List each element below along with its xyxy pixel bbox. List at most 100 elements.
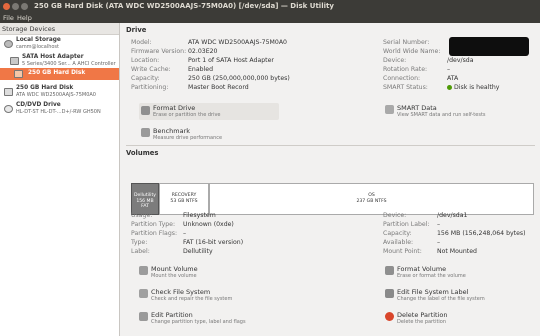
minimize-window-icon[interactable] xyxy=(12,3,19,10)
check-icon xyxy=(139,289,148,298)
drive-capacity-row: Capacity: 250 GB (250,000,000,000 bytes) xyxy=(131,75,290,82)
volume-segment-os[interactable]: OS 237 GB NTFS xyxy=(209,183,534,215)
benchmark-button[interactable]: Benchmark Measure drive performance xyxy=(141,127,281,144)
menu-file[interactable]: File xyxy=(3,14,14,22)
field-label: SMART Status: xyxy=(383,84,428,91)
field-value: Unknown (0xde) xyxy=(183,221,234,228)
smart-data-icon xyxy=(385,105,394,114)
action-title: SMART Data xyxy=(397,104,437,112)
healthy-status-icon xyxy=(447,84,452,90)
field-value: Filesystem xyxy=(183,212,216,219)
field-label: Partition Label: xyxy=(383,221,430,228)
computer-icon xyxy=(4,40,13,48)
volume-capacity-row: Capacity: 156 MB (156,248,064 bytes) xyxy=(383,230,526,237)
volume-type-row: Type: FAT (16-bit version) xyxy=(131,239,243,246)
field-value: 156 MB (156,248,064 bytes) xyxy=(437,230,526,237)
field-value: Master Boot Record xyxy=(188,84,249,91)
volume-size: 156 MB FAT xyxy=(136,198,154,210)
field-label: Device: xyxy=(383,57,407,64)
edit-partition-icon xyxy=(139,312,148,321)
drive-smart-row: SMART Status: Disk is healthy xyxy=(383,84,499,91)
field-value: – xyxy=(437,221,441,228)
volume-segment-text: OS 237 GB NTFS xyxy=(210,193,533,204)
device-name: CD/DVD Drive xyxy=(16,102,61,108)
volume-name: RECOVERY xyxy=(171,193,197,198)
action-subtitle: Erase or format the volume xyxy=(397,273,466,279)
maximize-window-icon[interactable] xyxy=(21,3,28,10)
field-label: Connection: xyxy=(383,75,421,82)
redaction-mark xyxy=(449,37,529,56)
drive-model-row: Model: ATA WDC WD2500AAJS-75M0A0 xyxy=(131,39,287,46)
field-label: Partition Flags: xyxy=(131,230,178,237)
volume-segment-selected[interactable]: Dellutility 156 MB FAT xyxy=(131,183,159,215)
smart-data-button[interactable]: SMART Data View SMART data and run self-… xyxy=(385,104,525,121)
format-volume-icon xyxy=(385,266,394,275)
field-value: Disk is healthy xyxy=(454,84,500,91)
device-subtitle: ATA WDC WD2500AAJS-75M0A0 xyxy=(16,92,96,98)
menu-help[interactable]: Help xyxy=(17,14,32,22)
device-subtitle: 5 Series/3400 Ser... A AHCI Controller xyxy=(22,61,116,67)
field-label: Label: xyxy=(131,248,150,255)
device-name: 250 GB Hard Disk xyxy=(16,85,74,91)
format-volume-button[interactable]: Format Volume Erase or format the volume xyxy=(385,265,525,282)
drive-partitioning-row: Partitioning: Master Boot Record xyxy=(131,84,249,91)
drive-device-row: Device: /dev/sda xyxy=(383,57,474,64)
mount-volume-button[interactable]: Mount Volume Mount the volume xyxy=(139,265,279,282)
volume-size: 237 GB NTFS xyxy=(356,198,387,204)
field-label: Capacity: xyxy=(131,75,160,82)
field-label: Device: xyxy=(383,212,407,219)
volume-segment-recovery[interactable]: RECOVERY 53 GB NTFS xyxy=(159,183,209,215)
field-label: Capacity: xyxy=(383,230,412,237)
field-label: Usage: xyxy=(131,212,153,219)
close-window-icon[interactable] xyxy=(3,3,10,10)
field-value: Not Mounted xyxy=(437,248,477,255)
sidebar-item-hard-disk-selected[interactable]: 250 GB Hard Disk xyxy=(0,68,119,80)
field-value: 02.03E20 xyxy=(188,48,218,55)
field-label: Write Cache: xyxy=(131,66,171,73)
mount-icon xyxy=(139,266,148,275)
edit-label-icon xyxy=(385,289,394,298)
volume-size: 53 GB NTFS xyxy=(170,198,198,204)
controller-icon xyxy=(10,57,19,65)
action-subtitle: Mount the volume xyxy=(151,273,197,279)
format-drive-button[interactable]: Format Drive Erase or partition the driv… xyxy=(139,103,279,120)
edit-file-system-label-button[interactable]: Edit File System Label Change the label … xyxy=(385,288,530,305)
field-value: FAT (16-bit version) xyxy=(183,239,244,246)
field-label: Partition Type: xyxy=(131,221,176,228)
device-name: SATA Host Adapter xyxy=(22,54,84,60)
action-title: Check File System xyxy=(151,288,211,296)
field-value: – xyxy=(183,230,187,237)
volume-segment-text: Dellutility 156 MB FAT xyxy=(132,193,158,210)
field-label: Mount Point: xyxy=(383,248,422,255)
check-file-system-button[interactable]: Check File System Check and repair the f… xyxy=(139,288,279,305)
title-bar: 250 GB Hard Disk (ATA WDC WD2500AAJS-75M… xyxy=(0,0,540,13)
storage-devices-sidebar: Storage Devices Local Storage camm@local… xyxy=(0,23,120,336)
delete-partition-button[interactable]: Delete Partition Delete the partition xyxy=(385,311,525,328)
volume-name: Dellutility xyxy=(134,193,156,198)
volume-mount-point-row: Mount Point: Not Mounted xyxy=(383,248,477,255)
action-subtitle: View SMART data and run self-tests xyxy=(397,112,486,118)
drive-firmware-row: Firmware Version: 02.03E20 xyxy=(131,48,218,55)
field-label: Partitioning: xyxy=(131,84,169,91)
sidebar-item-cd-dvd-drive[interactable]: CD/DVD Drive HL-DT-ST HL-DT-...D+/-RW GH… xyxy=(0,101,119,120)
drive-serial-row: Serial Number: xyxy=(383,39,447,46)
drive-location-row: Location: Port 1 of SATA Host Adapter xyxy=(131,57,274,64)
action-subtitle: Change the label of the file system xyxy=(397,296,485,302)
window-title: 250 GB Hard Disk (ATA WDC WD2500AAJS-75M… xyxy=(34,2,334,10)
field-value: – xyxy=(437,239,441,246)
device-subtitle: HL-DT-ST HL-DT-...D+/-RW GH50N xyxy=(16,109,101,115)
benchmark-icon xyxy=(141,128,150,137)
format-drive-icon xyxy=(141,106,150,115)
field-label: Type: xyxy=(131,239,148,246)
device-name: Local Storage xyxy=(16,37,61,43)
edit-partition-button[interactable]: Edit Partition Change partition type, la… xyxy=(139,311,279,328)
drive-section-title: Drive xyxy=(126,26,147,34)
action-title: Benchmark xyxy=(153,127,191,135)
volume-usage-row: Usage: Filesystem xyxy=(131,212,216,219)
action-title: Format Drive xyxy=(153,104,196,112)
main-panel: Drive Model: ATA WDC WD2500AAJS-75M0A0 Fi… xyxy=(121,23,540,336)
field-label: Location: xyxy=(131,57,160,64)
sidebar-header: Storage Devices xyxy=(0,23,119,35)
action-subtitle: Delete the partition xyxy=(397,319,447,325)
drive-wwn-row: World Wide Name: xyxy=(383,48,447,55)
